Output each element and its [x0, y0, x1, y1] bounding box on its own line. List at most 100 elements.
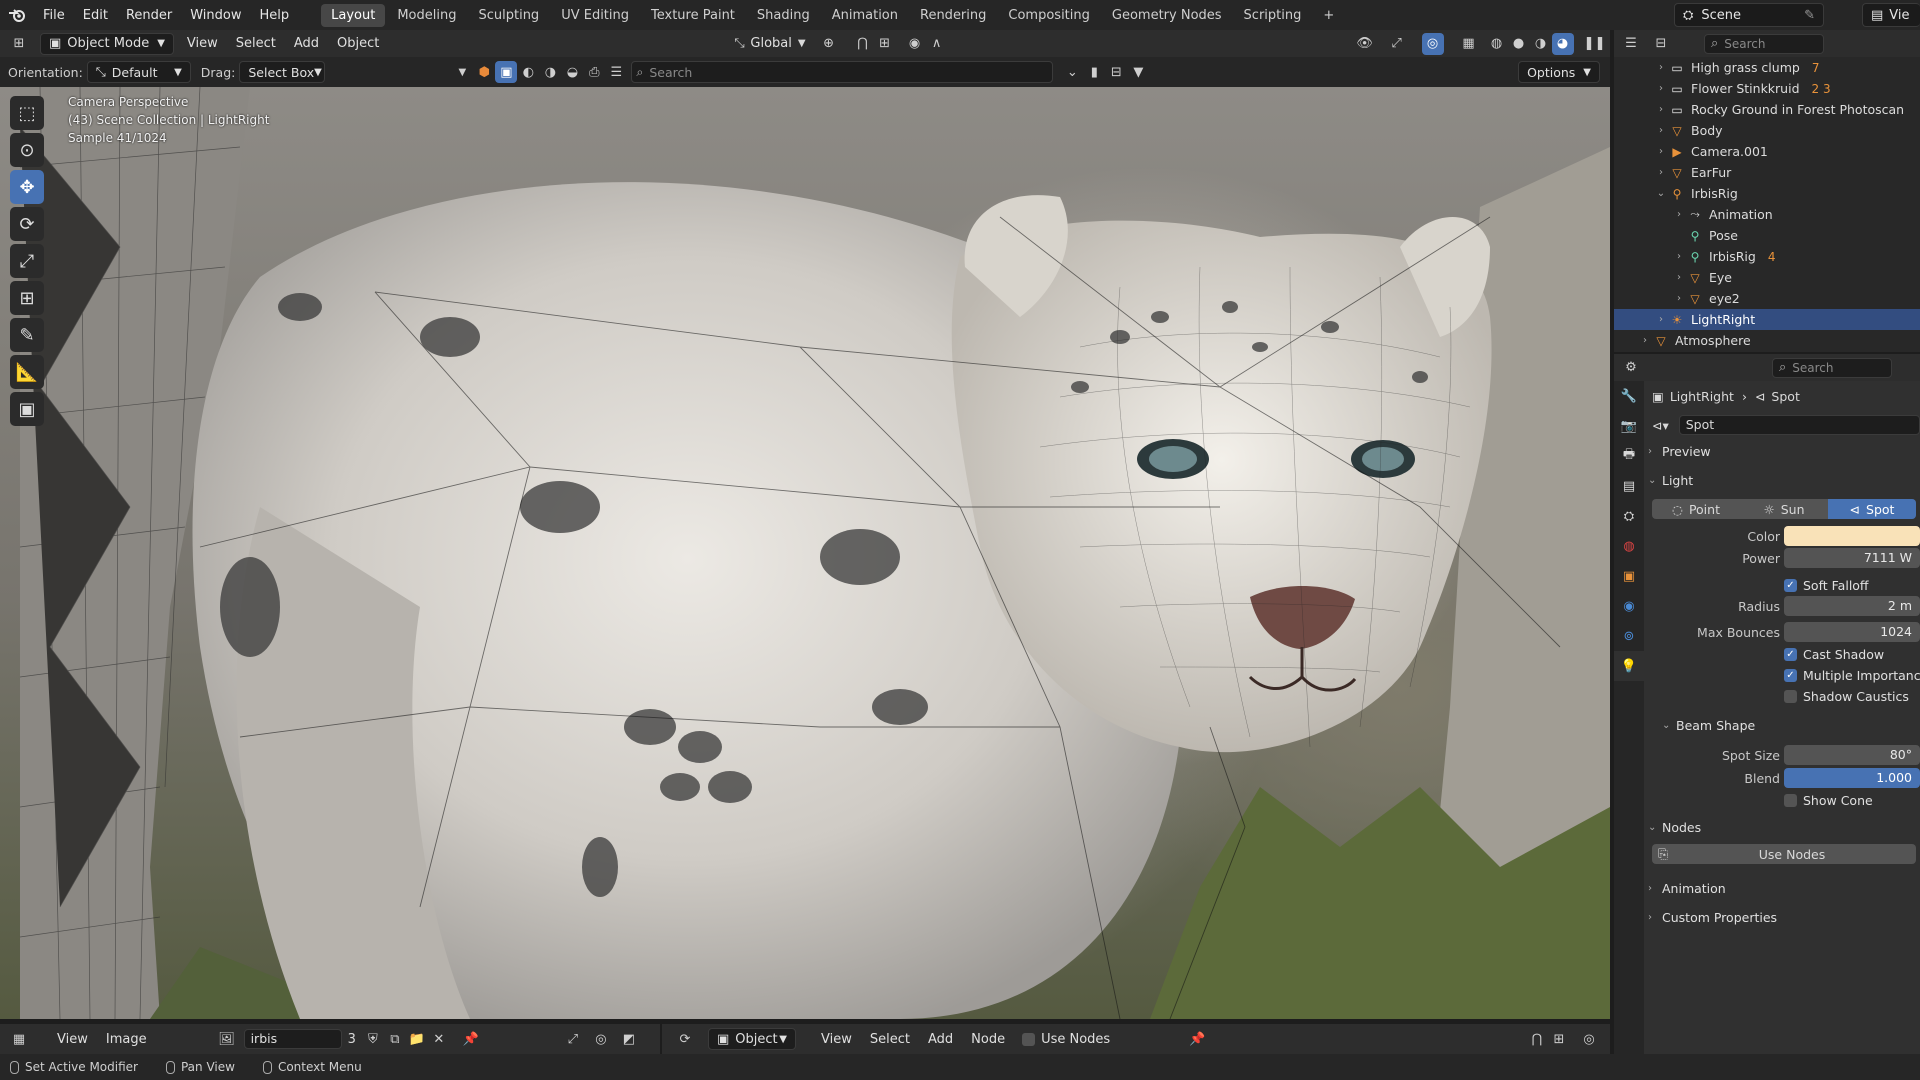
filter-menu-icon[interactable]: ⌄ [1061, 61, 1083, 83]
outliner-row[interactable]: › ▭ High grass clump 7 [1614, 57, 1920, 78]
solid-view-icon[interactable]: ▣ [495, 61, 518, 83]
workspace-tab-shading[interactable]: Shading [747, 4, 820, 27]
chevron-right-icon[interactable]: › [1672, 251, 1686, 262]
editor-type-icon[interactable]: ⊞ [8, 33, 30, 55]
menu-render[interactable]: Render [117, 8, 181, 23]
gizmo-icon[interactable]: ⤢ [562, 1028, 584, 1050]
view-layer-selector[interactable]: ▤ Vie [1862, 3, 1920, 27]
blender-logo-icon[interactable] [0, 0, 34, 30]
outliner-row[interactable]: › ▽ Atmosphere [1614, 330, 1920, 351]
wireframe-shading-icon[interactable]: ◍ [1486, 33, 1508, 55]
node-menu-node[interactable]: Node [962, 1032, 1014, 1047]
animation-panel-header[interactable]: › Animation [1648, 881, 1726, 896]
physics-tab-icon[interactable]: ◉ [1614, 591, 1644, 621]
overlays-icon[interactable]: ◎ [590, 1028, 612, 1050]
annotate-tool-icon[interactable]: ✎ [10, 318, 44, 352]
proportional-edit-icon[interactable]: ◉ [904, 33, 926, 55]
menu-help[interactable]: Help [251, 8, 299, 23]
overlays-icon[interactable]: ◎ [1421, 32, 1444, 55]
cursor-icon[interactable]: ⊙ [10, 133, 44, 167]
rendered-shading-icon[interactable]: ◕ [1551, 32, 1574, 55]
asset-search-input[interactable]: ⌕ Search [631, 61, 1054, 83]
shader-type-dropdown[interactable]: ▣ Object ▼ [708, 1028, 796, 1050]
chevron-right-icon[interactable]: › [1654, 146, 1668, 157]
chevron-right-icon[interactable]: › [1654, 314, 1668, 325]
object-tab-icon[interactable]: ▣ [1614, 561, 1644, 591]
use-nodes-checkbox[interactable]: Use Nodes [1022, 1032, 1110, 1047]
workspace-tab-compositing[interactable]: Compositing [998, 4, 1100, 27]
outliner-row[interactable]: › ▽ eye2 [1614, 288, 1920, 309]
gizmo-icon[interactable]: ⤢ [1386, 33, 1408, 55]
add-workspace-button[interactable]: + [1313, 4, 1344, 27]
solid-shading-icon[interactable]: ● [1508, 33, 1530, 55]
light-type-sun[interactable]: ☼ Sun [1740, 499, 1828, 519]
filter-icon[interactable]: ▼ [1127, 61, 1149, 83]
outliner-row[interactable]: › ⚲ IrbisRig 4 [1614, 246, 1920, 267]
snap-icon[interactable]: ⋂ [1526, 1028, 1548, 1050]
image-browse-icon[interactable]: 🖼 [216, 1028, 238, 1050]
image-menu-view[interactable]: View [48, 1032, 97, 1047]
chevron-right-icon[interactable]: › [1654, 83, 1668, 94]
material-shading-icon[interactable]: ◑ [1530, 33, 1552, 55]
viewport-menu-view[interactable]: View [178, 36, 227, 51]
image-name-field[interactable]: irbis [243, 1029, 342, 1049]
light-type-spot[interactable]: ⊲ Spot [1828, 499, 1916, 519]
scale-tool-icon[interactable]: ⤢ [10, 244, 44, 278]
shade-view-icon[interactable]: ◑ [539, 61, 561, 83]
outliner-row[interactable]: › ▭ Flower Stinkkruid 2 3 [1614, 78, 1920, 99]
use-nodes-button[interactable]: ⎘ Use Nodes [1652, 844, 1916, 864]
view-layer-tab-icon[interactable]: ▤ [1614, 471, 1644, 501]
chevron-down-icon[interactable]: ▼ [451, 61, 473, 83]
radius-field[interactable]: 2 m [1784, 596, 1920, 616]
workspace-tab-geometry-nodes[interactable]: Geometry Nodes [1102, 4, 1232, 27]
outliner-row[interactable]: › ▽ Eye [1614, 267, 1920, 288]
light-panel-header[interactable]: ⌄ Light [1648, 473, 1693, 488]
cast-shadow-checkbox[interactable]: ✓ Cast Shadow [1784, 647, 1884, 662]
node-menu-add[interactable]: Add [919, 1032, 962, 1047]
light-data-tab-icon[interactable]: 💡 [1614, 651, 1644, 681]
drag-dropdown[interactable]: Select Box ▼ [239, 61, 326, 83]
snap-target-icon[interactable]: ⊞ [1548, 1028, 1570, 1050]
light-datablock-icon[interactable]: ⊲▾ [1652, 418, 1669, 433]
add-cube-tool-icon[interactable]: ▣ [10, 392, 44, 426]
visibility-icon[interactable]: 👁 [1354, 33, 1376, 55]
bookmark-icon[interactable]: ▮ [1083, 61, 1105, 83]
outliner-row[interactable]: › ☀ LightRight [1614, 309, 1920, 330]
xray-icon[interactable]: ▦ [1458, 33, 1480, 55]
layout-menu-icon[interactable]: ⊟ [1105, 61, 1127, 83]
menu-edit[interactable]: Edit [74, 8, 117, 23]
pivot-point-icon[interactable]: ⊕ [818, 33, 840, 55]
editor-type-icon[interactable]: ▦ [8, 1028, 30, 1050]
node-menu-select[interactable]: Select [861, 1032, 919, 1047]
falloff-icon[interactable]: ∧ [926, 33, 948, 55]
multiple-importance-checkbox[interactable]: ✓ Multiple Importanc [1784, 668, 1920, 683]
chevron-right-icon[interactable]: › [1654, 62, 1668, 73]
node-menu-view[interactable]: View [812, 1032, 861, 1047]
menu-file[interactable]: File [34, 8, 74, 23]
viewport-menu-object[interactable]: Object [328, 36, 388, 51]
mode-dropdown[interactable]: ▣ Object Mode ▼ [40, 32, 174, 55]
print-icon[interactable]: ⎙ [583, 61, 605, 83]
shadow-caustics-checkbox[interactable]: Shadow Caustics [1784, 689, 1909, 704]
duplicate-icon[interactable]: ⧉ [384, 1028, 406, 1050]
output-tab-icon[interactable]: 🖶 [1614, 441, 1644, 471]
chevron-right-icon[interactable]: › [1654, 125, 1668, 136]
fake-user-shield-icon[interactable]: ⛨ [362, 1028, 384, 1050]
outliner-row[interactable]: › ▶ Camera.001 [1614, 141, 1920, 162]
move-tool-icon[interactable]: ✥ [10, 170, 44, 204]
render-tab-icon[interactable]: 📷 [1614, 411, 1644, 441]
overlays-icon[interactable]: ◎ [1578, 1028, 1600, 1050]
workspace-tab-sculpting[interactable]: Sculpting [468, 4, 549, 27]
options-dropdown[interactable]: Options ▼ [1518, 61, 1600, 83]
workspace-tab-uv-editing[interactable]: UV Editing [551, 4, 639, 27]
outliner-row[interactable]: › ▽ EarFur [1614, 162, 1920, 183]
preview-panel-header[interactable]: › Preview [1648, 444, 1711, 459]
light-datablock-name[interactable]: Spot [1678, 415, 1920, 435]
editor-type-icon[interactable]: ☰ [1620, 33, 1642, 55]
soft-falloff-checkbox[interactable]: ✓ Soft Falloff [1784, 578, 1869, 593]
outliner-row[interactable]: › ▭ Rocky Ground in Forest Photoscan [1614, 99, 1920, 120]
chevron-right-icon[interactable]: › [1672, 272, 1686, 283]
viewport-menu-select[interactable]: Select [227, 36, 285, 51]
outliner-row[interactable]: ⌄ ⚲ IrbisRig [1614, 183, 1920, 204]
outliner-search-input[interactable]: ⌕ Search [1704, 33, 1824, 54]
